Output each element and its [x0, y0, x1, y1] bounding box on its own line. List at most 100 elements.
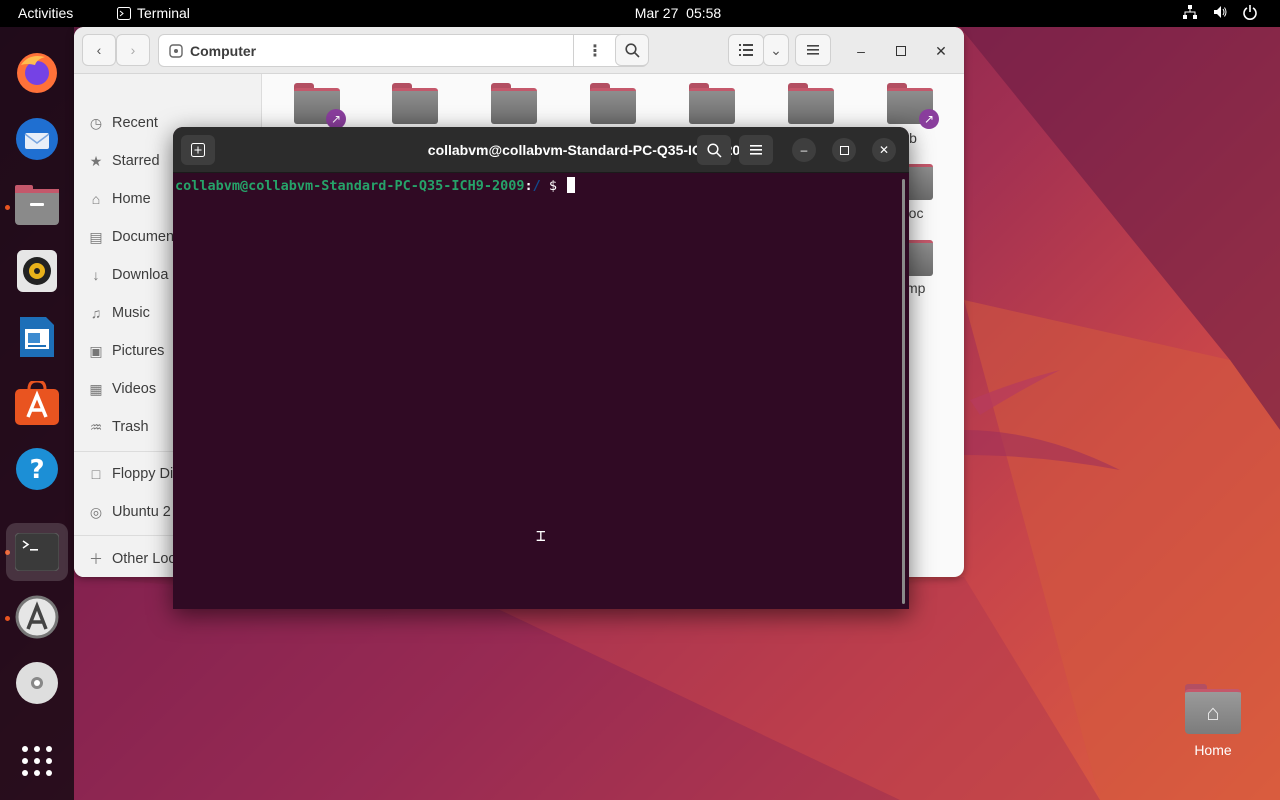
search-icon: [624, 42, 640, 58]
sidebar-item-label: Home: [112, 191, 151, 207]
plus-icon: ＋: [89, 551, 103, 567]
path-bar[interactable]: Computer ⋮: [158, 34, 648, 67]
folder-item[interactable]: [491, 83, 537, 124]
hamburger-icon: [807, 45, 819, 55]
sidebar-item-label: Videos: [112, 381, 157, 397]
dock-firefox[interactable]: [9, 45, 65, 101]
terminal-menu-button[interactable]: [739, 135, 773, 165]
files-headerbar: ‹ › Computer ⋮ ⌄ – ✕: [74, 27, 964, 74]
thunderbird-icon: [16, 118, 58, 160]
network-icon: [1183, 5, 1197, 19]
help-icon: ?: [16, 448, 58, 490]
minimize-icon: –: [857, 43, 865, 59]
chevron-right-icon: ›: [130, 42, 136, 58]
main-menu-button[interactable]: [795, 34, 831, 66]
minimize-icon: –: [800, 143, 808, 157]
folder-item[interactable]: [392, 83, 438, 124]
download-icon: ↓: [92, 267, 100, 283]
path-divider: [573, 35, 574, 66]
terminal-icon: [15, 533, 59, 571]
dock-show-apps[interactable]: [9, 733, 65, 789]
folder-item[interactable]: [788, 83, 834, 124]
desktop-home-label: Home: [1194, 742, 1232, 758]
clock-date: Mar 27: [634, 5, 679, 21]
floppy-icon: □: [91, 466, 101, 482]
maximize-icon: [839, 145, 849, 155]
terminal-scrollbar[interactable]: [902, 179, 905, 604]
link-arrow-icon: ↗: [919, 109, 939, 129]
picture-icon: ▣: [89, 342, 103, 359]
files-maximize-button[interactable]: [889, 39, 913, 63]
sidebar-item-label: Music: [112, 305, 150, 321]
prompt-user: collabvm@collabvm-Standard-PC-Q35-ICH9-2…: [175, 178, 525, 194]
top-bar: Activities Terminal Mar 27 05:58: [0, 0, 1280, 27]
sidebar-item-label: Ubuntu 2: [112, 504, 171, 520]
terminal-close-button[interactable]: ✕: [872, 138, 896, 162]
home-icon: ⌂: [91, 191, 101, 207]
sidebar-item-label: Documen: [112, 229, 175, 245]
terminal-maximize-button[interactable]: [832, 138, 856, 162]
ibeam-cursor-icon: ⌶: [536, 526, 546, 545]
dock-app-center[interactable]: [9, 375, 65, 431]
files-close-button[interactable]: ✕: [929, 39, 953, 63]
disc-icon: [16, 662, 58, 704]
view-options-button[interactable]: ⌄: [763, 34, 789, 66]
drive-icon: [169, 44, 183, 58]
sidebar-item-label: Floppy Di: [112, 466, 174, 482]
dock: ?: [0, 27, 74, 800]
sidebar-item-label: Pictures: [112, 343, 165, 359]
sidebar-item-label: Starred: [112, 153, 160, 169]
dock-rhythmbox[interactable]: [9, 243, 65, 299]
dock-disc[interactable]: [9, 655, 65, 711]
chevron-left-icon: ‹: [96, 42, 102, 58]
folder-item[interactable]: [590, 83, 636, 124]
path-label: Computer: [190, 43, 257, 59]
grid-icon: [22, 746, 52, 776]
svg-text:?: ?: [29, 455, 44, 485]
chevron-down-icon: ⌄: [770, 41, 782, 58]
folder-item[interactable]: [689, 83, 735, 124]
text-cursor: [567, 177, 576, 193]
trash-icon: ♒: [89, 418, 103, 435]
search-button[interactable]: [615, 34, 649, 66]
sidebar-item-label: Recent: [112, 115, 158, 131]
dock-help[interactable]: ?: [9, 441, 65, 497]
path-menu-icon[interactable]: ⋮: [587, 41, 603, 61]
terminal-search-button[interactable]: [697, 135, 731, 165]
close-icon: ✕: [935, 42, 947, 59]
power-icon: [1243, 5, 1257, 20]
close-icon: ✕: [878, 143, 890, 157]
clock-icon: ◷: [89, 114, 103, 131]
desktop-home-icon[interactable]: ⌂ Home: [1180, 684, 1246, 758]
app-center-icon: [15, 381, 59, 425]
link-arrow-icon: ↗: [326, 109, 346, 129]
video-icon: ▦: [89, 380, 103, 397]
star-icon: ★: [89, 152, 103, 169]
hamburger-icon: [750, 145, 762, 155]
disc-icon: ◎: [89, 503, 103, 520]
folder-item[interactable]: ↗: [887, 83, 939, 129]
sidebar-item-label: Trash: [112, 419, 149, 435]
prompt-symbol: $: [548, 178, 558, 194]
dock-thunderbird[interactable]: [9, 111, 65, 167]
forward-button[interactable]: ›: [116, 34, 150, 66]
system-tray[interactable]: [1182, 4, 1258, 20]
clock[interactable]: Mar 27 05:58: [0, 5, 1280, 21]
music-icon: ♫: [90, 305, 102, 321]
writer-icon: [20, 317, 54, 357]
dock-terminal[interactable]: [6, 523, 68, 581]
back-button[interactable]: ‹: [82, 34, 116, 66]
terminal-minimize-button[interactable]: –: [792, 138, 816, 162]
dock-software-updater[interactable]: [9, 589, 65, 645]
terminal-titlebar[interactable]: collabvm@collabvm-Standard-PC-Q35-ICH9-2…: [173, 127, 909, 173]
list-view-button[interactable]: [728, 34, 764, 66]
prompt-path: /: [532, 178, 541, 194]
shell-prompt: collabvm@collabvm-Standard-PC-Q35-ICH9-2…: [175, 177, 576, 194]
dock-writer[interactable]: [9, 309, 65, 365]
rhythmbox-icon: [17, 250, 57, 292]
folder-item[interactable]: ↗: [294, 83, 346, 129]
search-icon: [706, 142, 722, 158]
files-minimize-button[interactable]: –: [849, 39, 873, 63]
prompt-separator: :: [524, 178, 533, 194]
dock-files[interactable]: [9, 177, 65, 233]
